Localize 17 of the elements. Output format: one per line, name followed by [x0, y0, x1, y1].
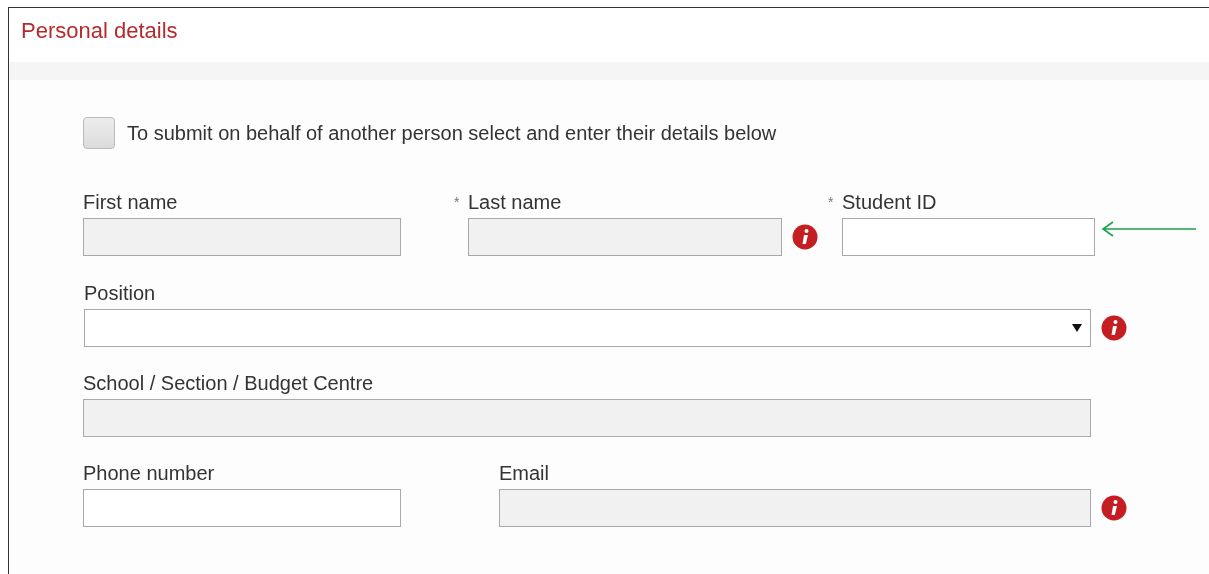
field-label: Position — [84, 282, 156, 304]
info-icon[interactable] — [1101, 315, 1127, 341]
field-label: Student ID — [842, 191, 937, 213]
field-label: Last name — [468, 191, 562, 213]
field-label: Email — [499, 462, 549, 484]
field-label: Phone number — [83, 462, 215, 484]
required-mark: * — [454, 194, 460, 210]
dropdown-field[interactable] — [84, 309, 1091, 347]
input-field[interactable] — [83, 489, 401, 527]
checkbox[interactable] — [83, 117, 115, 149]
panel-title: Personal details — [21, 18, 178, 44]
required-mark: * — [828, 194, 834, 210]
field-label: First name — [83, 191, 178, 213]
input-field[interactable] — [842, 218, 1095, 256]
field-label: School / Section / Budget Centre — [83, 372, 374, 394]
checkbox-label: To submit on behalf of another person select and enter their details below — [127, 121, 777, 145]
caret-icon — [1072, 324, 1082, 332]
